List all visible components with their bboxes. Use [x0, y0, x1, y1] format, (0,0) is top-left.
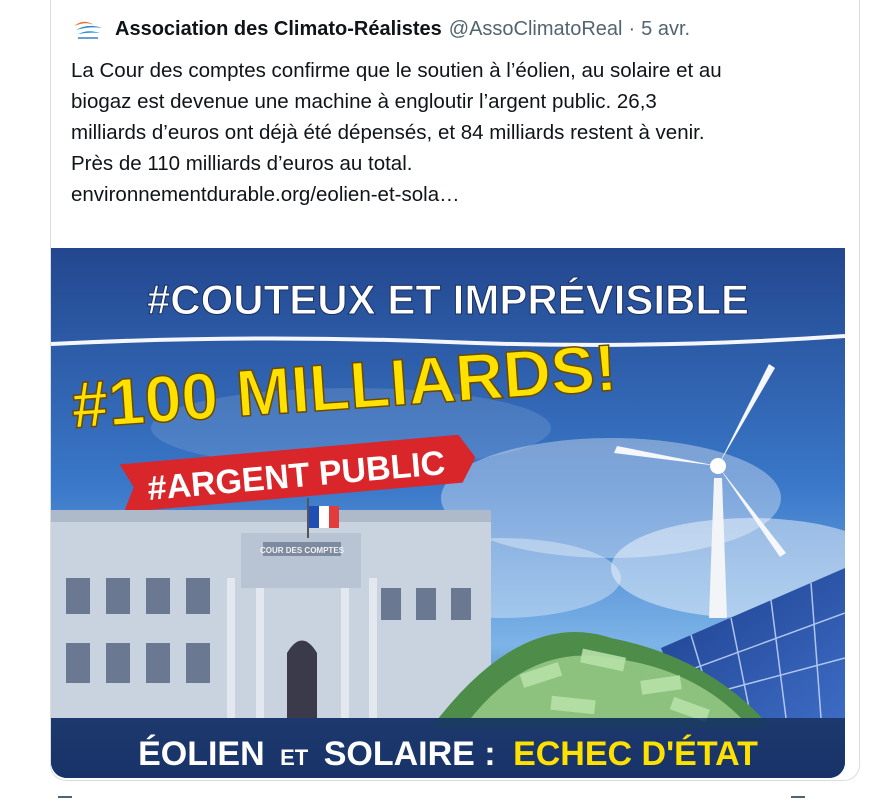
reply-icon[interactable] [58, 796, 72, 801]
footer-word: SOLAIRE : [324, 735, 496, 773]
tweet-text-line: Près de 110 milliards d’euros au total. [71, 152, 413, 175]
share-icon[interactable] [791, 796, 805, 801]
author-handle[interactable]: @AssoClimatoReal [449, 18, 623, 41]
tweet-text-line: milliards d’euros ont déjà été dépensés,… [71, 121, 705, 144]
image-headline: #COUTEUX ET IMPRÉVISIBLE [147, 276, 749, 323]
cour-des-comptes-building: COUR DES COMPTES [51, 510, 491, 718]
tweet-date[interactable]: 5 avr. [641, 18, 690, 41]
image-footer-text: ÉOLIEN ET SOLAIRE : ECHEC D'ÉTAT [138, 735, 758, 773]
footer-highlight: ECHEC D'ÉTAT [513, 735, 758, 773]
building-sign: COUR DES COMPTES [260, 546, 345, 555]
tweet-text-line: biogaz est devenue une machine à englout… [71, 90, 657, 113]
separator-dot: · [628, 17, 636, 40]
tweet-text-line: La Cour des comptes confirme que le sout… [71, 59, 722, 82]
footer-word: ET [280, 745, 309, 770]
footer-word: ÉOLIEN [138, 735, 265, 773]
tweet-image[interactable]: #COUTEUX ET IMPRÉVISIBLE #100 MILLIARDS!… [51, 248, 845, 778]
avatar-logo-icon[interactable] [71, 16, 105, 42]
author-name[interactable]: Association des Climato-Réalistes [115, 18, 442, 41]
tweet-text: La Cour des comptes confirme que le sout… [71, 55, 851, 210]
article-link[interactable]: environnementdurable.org/eolien-et-sola… [71, 179, 851, 210]
tweet-header: Association des Climato-Réalistes @AssoC… [71, 14, 690, 44]
